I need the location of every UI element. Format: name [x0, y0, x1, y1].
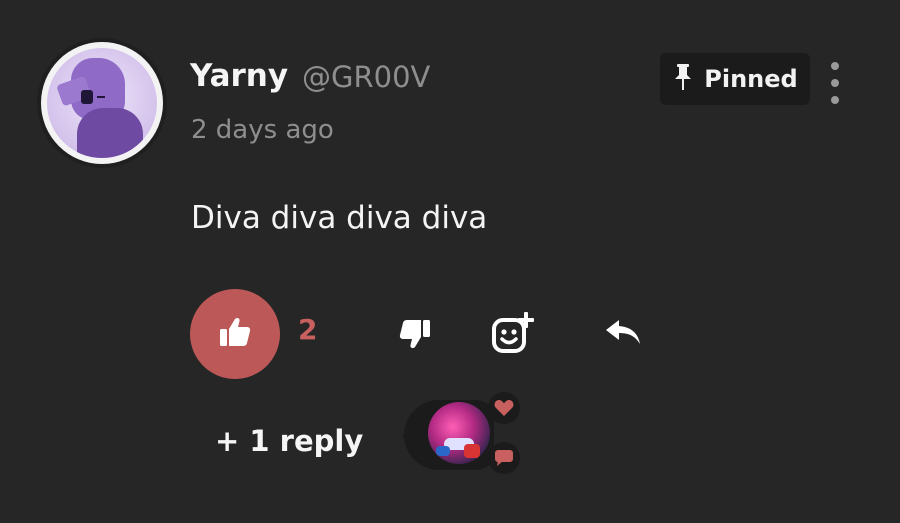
dislike-button[interactable] — [394, 316, 436, 356]
creator-reaction — [396, 390, 528, 480]
author-avatar[interactable] — [41, 42, 163, 164]
more-vertical-icon[interactable] — [826, 62, 844, 104]
add-reaction-icon — [491, 311, 537, 359]
add-reaction-button[interactable] — [490, 312, 538, 358]
reply-icon — [603, 316, 643, 352]
thumbs-down-icon — [398, 318, 432, 354]
comment-text: Diva diva diva diva — [191, 200, 488, 236]
view-replies-link[interactable]: + 1 reply — [215, 424, 363, 458]
reply-button[interactable] — [600, 314, 646, 354]
pin-icon — [672, 63, 694, 95]
avatar-image — [47, 48, 157, 158]
pinned-label: Pinned — [704, 65, 798, 93]
like-button[interactable] — [190, 289, 280, 379]
reactor-avatar — [428, 402, 490, 464]
author-handle[interactable]: @GR00V — [302, 60, 430, 94]
author-username[interactable]: Yarny — [190, 58, 288, 94]
pinned-badge: Pinned — [660, 53, 810, 105]
like-count: 2 — [298, 313, 318, 346]
thumbs-up-icon — [218, 316, 252, 352]
comment-timestamp: 2 days ago — [191, 115, 334, 145]
chat-bubble-icon — [488, 442, 520, 474]
heart-icon — [488, 392, 520, 424]
